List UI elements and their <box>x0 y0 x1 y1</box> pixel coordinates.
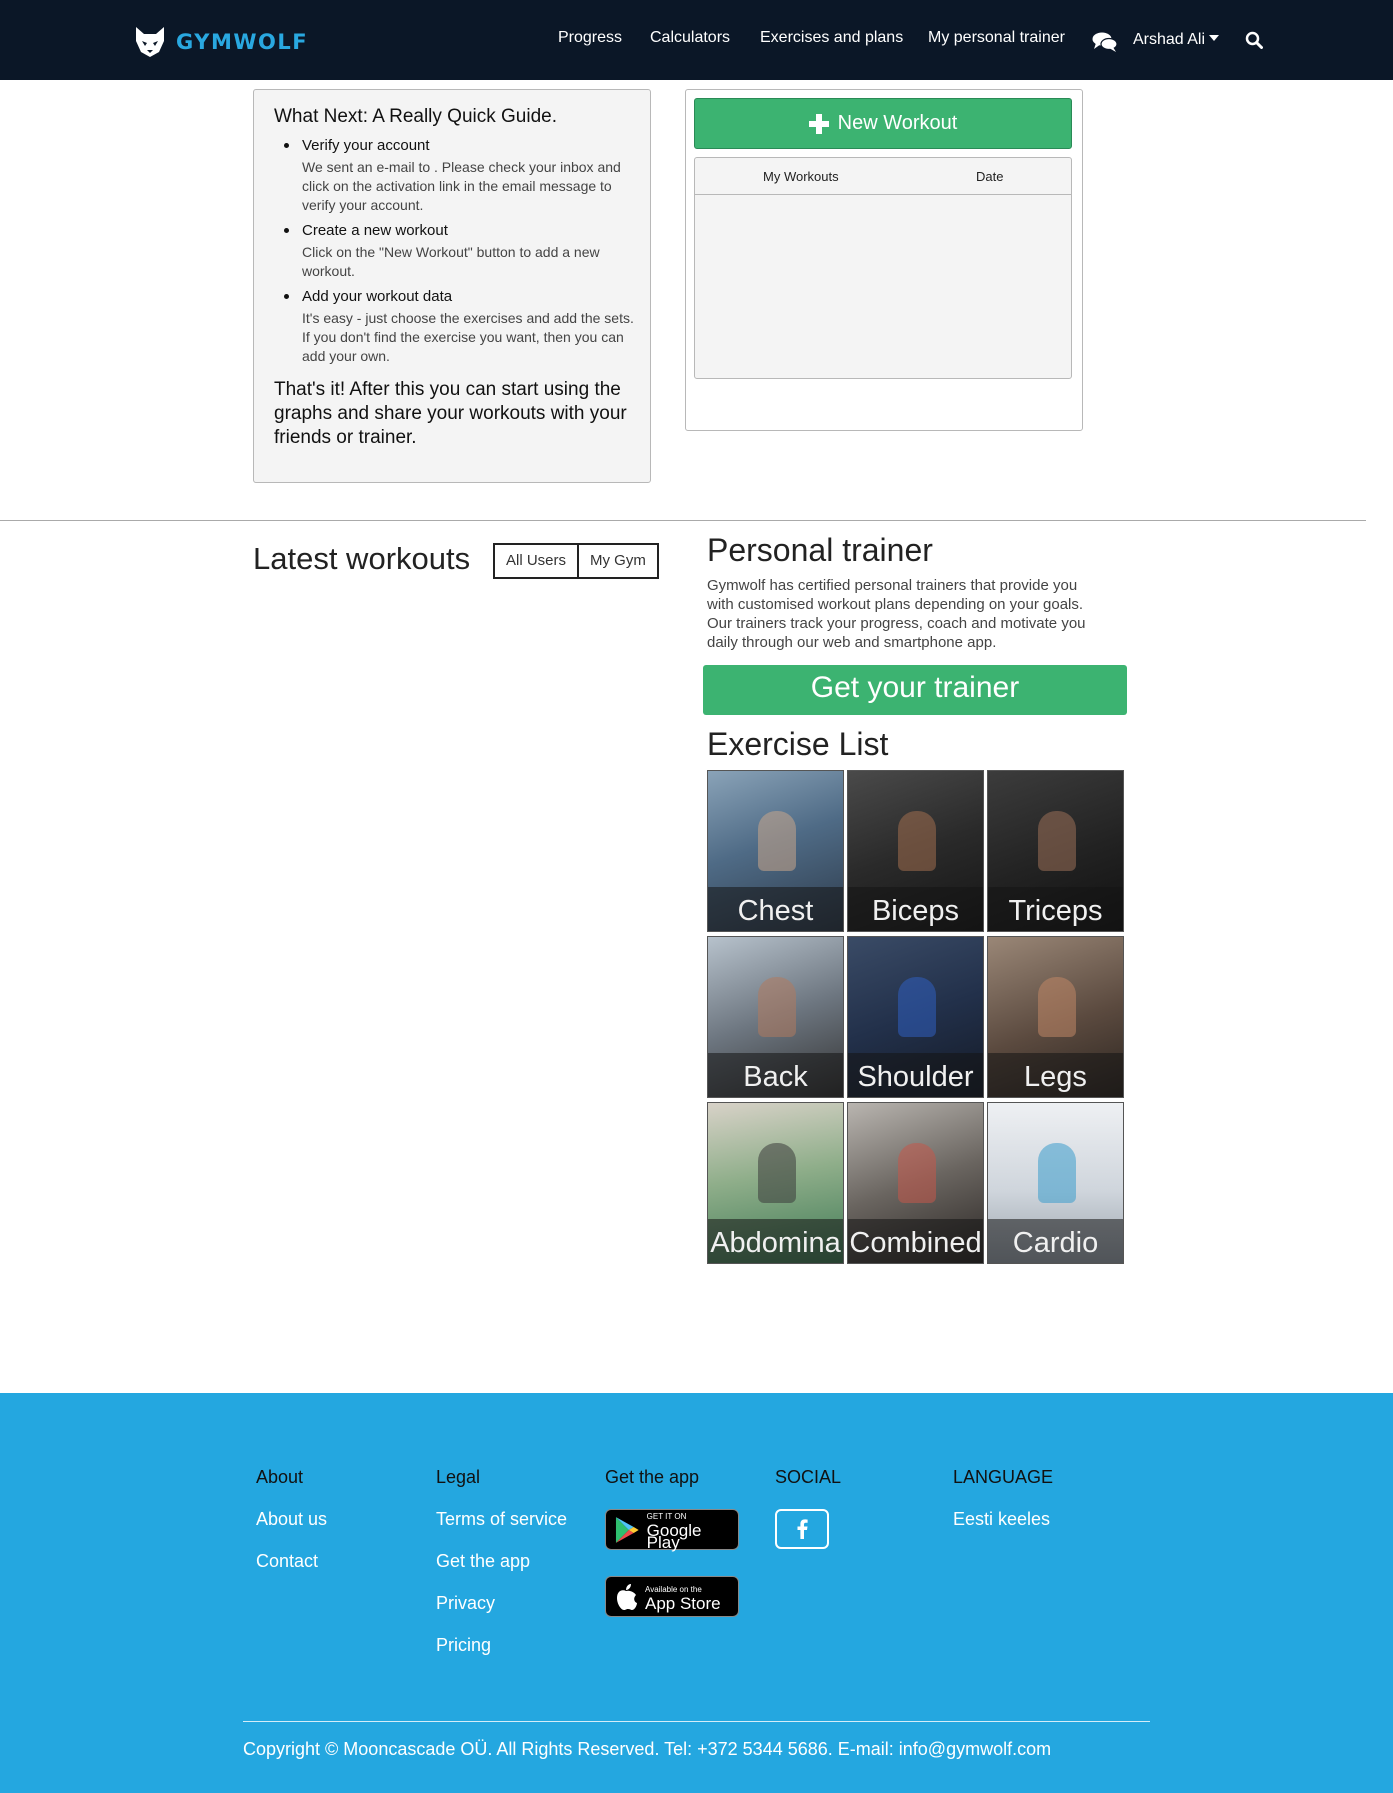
footer-link-terms[interactable]: Terms of service <box>436 1509 567 1530</box>
nav-progress[interactable]: Progress <box>558 29 622 47</box>
footer-link-estonian[interactable]: Eesti keeles <box>953 1509 1053 1530</box>
copyright-text: Copyright © Mooncascade OÜ. All Rights R… <box>243 1739 1052 1759</box>
footer-language-column: LANGUAGE Eesti keeles <box>953 1467 1053 1551</box>
footer-heading: Legal <box>436 1467 481 1487</box>
exercise-tile-abdominals[interactable]: Abdomina <box>707 1102 844 1264</box>
google-play-icon <box>615 1516 639 1543</box>
athlete-silhouette <box>758 977 796 1037</box>
workouts-table-header: My Workouts Date <box>695 158 1071 195</box>
my-workouts-panel: New Workout My Workouts Date <box>685 89 1083 431</box>
caret-down-icon <box>1209 35 1220 41</box>
user-name: Arshad Ali <box>1133 31 1206 48</box>
nav-exercises-and-plans[interactable]: Exercises and plans <box>760 29 903 47</box>
app-store-badge[interactable]: Available on the App Store <box>605 1576 739 1617</box>
exercise-label: Abdomina <box>708 1219 843 1263</box>
personal-trainer-title: Personal trainer <box>707 532 933 568</box>
exercise-label: Combined <box>848 1219 983 1263</box>
guide-steps: Verify your account We sent an e-mail to… <box>274 136 640 366</box>
athlete-silhouette <box>1038 811 1076 871</box>
facebook-button[interactable] <box>775 1509 829 1549</box>
latest-workouts-filter: All Users My Gym <box>493 543 659 579</box>
exercise-tile-triceps[interactable]: Triceps <box>987 770 1124 932</box>
footer-divider <box>243 1721 1150 1722</box>
footer-legal-column: Legal Terms of service Get the app Priva… <box>436 1467 567 1677</box>
step-title: Create a new workout <box>302 222 448 239</box>
apple-icon <box>617 1583 637 1610</box>
footer-about-column: About About us Contact <box>256 1467 327 1593</box>
athlete-silhouette <box>898 1143 936 1203</box>
plus-icon <box>808 113 829 134</box>
footer-heading: About <box>256 1467 304 1487</box>
guide-step-create: Create a new workout Click on the "New W… <box>282 221 640 281</box>
step-text: Click on the "New Workout" button to add… <box>302 244 600 279</box>
personal-trainer-description: Gymwolf has certified personal trainers … <box>707 577 1086 651</box>
footer-heading: Get the app <box>605 1467 700 1487</box>
exercise-label: Biceps <box>848 887 983 931</box>
latest-workouts-title: Latest workouts <box>253 541 471 576</box>
chat-icon[interactable] <box>1092 31 1118 53</box>
user-menu[interactable]: Arshad Ali <box>1133 31 1220 49</box>
athlete-silhouette <box>1038 1143 1076 1203</box>
footer-app-column: Get the app GET IT ON Google Play Availa… <box>605 1467 739 1643</box>
google-play-text: GET IT ON Google Play <box>646 1511 738 1552</box>
footer: About About us Contact Legal Terms of se… <box>0 1393 1393 1793</box>
top-navbar: GYMWOLF Progress Calculators Exercises a… <box>0 0 1393 80</box>
workouts-table: My Workouts Date <box>694 157 1072 379</box>
exercise-label: Legs <box>988 1053 1123 1097</box>
step-text: It's easy - just choose the exercises an… <box>302 310 634 364</box>
guide-title: What Next: A Really Quick Guide. <box>274 106 558 127</box>
athlete-silhouette <box>758 1143 796 1203</box>
exercise-tile-biceps[interactable]: Biceps <box>847 770 984 932</box>
footer-link-privacy[interactable]: Privacy <box>436 1593 567 1614</box>
exercise-label: Chest <box>708 887 843 931</box>
footer-heading: LANGUAGE <box>953 1467 1054 1487</box>
exercise-tile-cardio[interactable]: Cardio <box>987 1102 1124 1264</box>
new-workout-label: New Workout <box>837 112 958 134</box>
badge-big-text: App Store <box>645 1593 721 1613</box>
filter-my-gym-button[interactable]: My Gym <box>579 543 659 579</box>
get-your-trainer-button[interactable]: Get your trainer <box>703 665 1127 715</box>
step-text: We sent an e-mail to . Please check your… <box>302 159 621 213</box>
athlete-silhouette <box>898 811 936 871</box>
footer-social-column: SOCIAL <box>775 1467 841 1549</box>
step-title: Add your workout data <box>302 288 453 305</box>
athlete-silhouette <box>758 811 796 871</box>
nav-calculators[interactable]: Calculators <box>650 29 730 47</box>
step-title: Verify your account <box>302 137 430 154</box>
athlete-silhouette <box>898 977 936 1037</box>
exercise-label: Cardio <box>988 1219 1123 1263</box>
exercise-label: Shoulder <box>848 1053 983 1097</box>
exercise-list-title: Exercise List <box>707 726 889 762</box>
footer-link-contact[interactable]: Contact <box>256 1551 327 1572</box>
footer-link-get-the-app[interactable]: Get the app <box>436 1551 567 1572</box>
search-icon[interactable] <box>1245 31 1263 49</box>
column-date[interactable]: Date <box>976 169 1003 184</box>
athlete-silhouette <box>1038 977 1076 1037</box>
exercise-grid: Chest Biceps Triceps Back Shoulder Legs … <box>707 770 1125 1264</box>
filter-all-users-button[interactable]: All Users <box>493 543 580 579</box>
exercise-tile-shoulder[interactable]: Shoulder <box>847 936 984 1098</box>
new-workout-button[interactable]: New Workout <box>694 98 1072 149</box>
app-store-text: Available on the App Store <box>645 1584 721 1613</box>
guide-outro: That's it! After this you can start usin… <box>274 379 627 448</box>
facebook-icon <box>797 1519 808 1539</box>
footer-link-pricing[interactable]: Pricing <box>436 1635 567 1656</box>
column-my-workouts[interactable]: My Workouts <box>763 169 839 184</box>
quick-guide-panel: What Next: A Really Quick Guide. Verify … <box>253 89 651 483</box>
section-divider <box>0 520 1366 521</box>
exercise-tile-chest[interactable]: Chest <box>707 770 844 932</box>
badge-big-text: Google Play <box>646 1520 702 1552</box>
guide-step-verify: Verify your account We sent an e-mail to… <box>282 136 640 215</box>
guide-step-add-data: Add your workout data It's easy - just c… <box>282 287 640 366</box>
exercise-tile-legs[interactable]: Legs <box>987 936 1124 1098</box>
exercise-tile-combined[interactable]: Combined <box>847 1102 984 1264</box>
google-play-badge[interactable]: GET IT ON Google Play <box>605 1509 739 1552</box>
footer-heading: SOCIAL <box>775 1467 842 1487</box>
exercise-label: Back <box>708 1053 843 1097</box>
exercise-tile-back[interactable]: Back <box>707 936 844 1098</box>
footer-link-about-us[interactable]: About us <box>256 1509 327 1530</box>
exercise-label: Triceps <box>988 887 1123 931</box>
nav-personal-trainer[interactable]: My personal trainer <box>928 29 1065 47</box>
